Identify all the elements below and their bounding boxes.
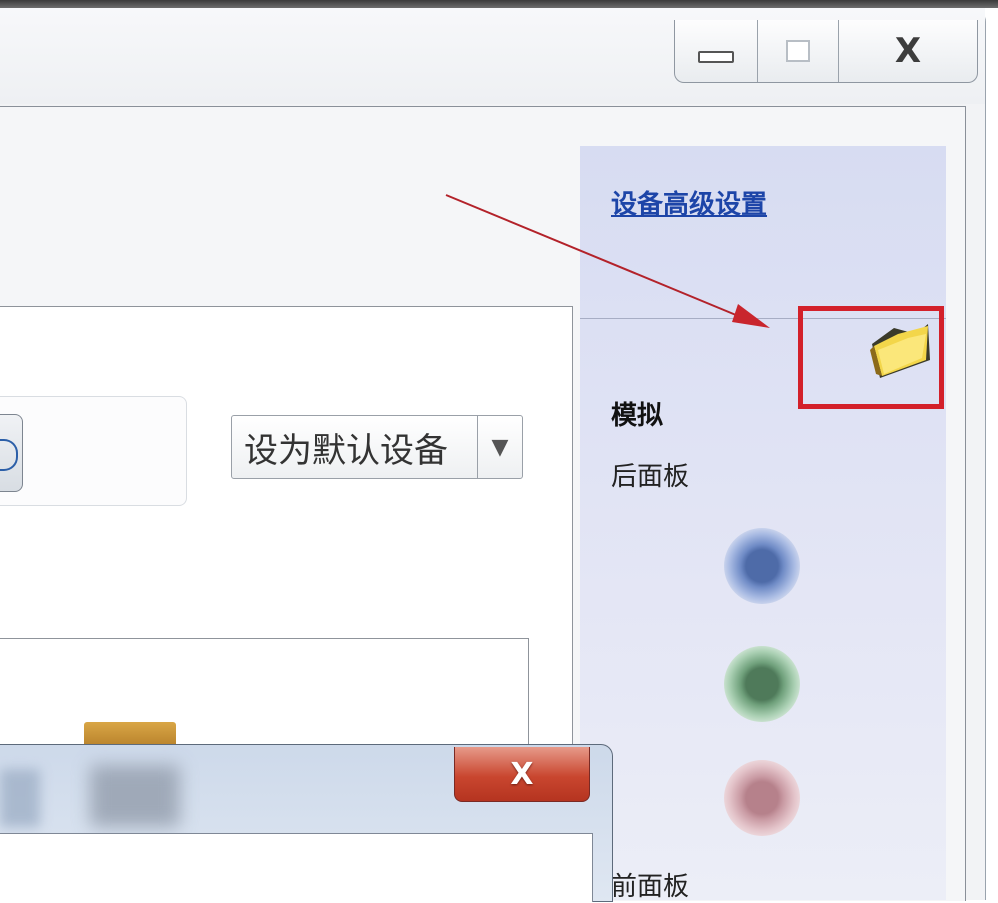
- minimize-button[interactable]: [675, 20, 759, 82]
- jack-green[interactable]: [724, 646, 800, 722]
- dialog-window: X: [0, 744, 613, 902]
- device-config-button[interactable]: [0, 414, 23, 492]
- chevron-down-icon[interactable]: ▼: [477, 416, 522, 478]
- device-selector-box: [0, 396, 187, 506]
- blurred-region: [90, 765, 180, 827]
- annotation-highlight-box: [798, 306, 944, 409]
- title-bar: X: [0, 8, 985, 104]
- maximize-icon: [786, 40, 811, 62]
- close-icon: X: [510, 756, 534, 792]
- dialog-body: [0, 833, 593, 902]
- close-button[interactable]: X: [839, 20, 977, 82]
- set-default-device-dropdown[interactable]: 设为默认设备 ▼: [231, 415, 523, 479]
- top-strip: [0, 0, 998, 8]
- close-icon: X: [894, 31, 922, 71]
- analog-label: 模拟: [611, 401, 664, 431]
- jack-blue[interactable]: [724, 528, 800, 604]
- back-panel-label: 后面板: [611, 462, 690, 492]
- blurred-region: [0, 769, 40, 827]
- jack-pink[interactable]: [724, 760, 800, 836]
- dialog-close-button[interactable]: X: [454, 747, 590, 802]
- folder-icon: [84, 722, 176, 746]
- caption-buttons: X: [674, 20, 978, 83]
- device-advanced-settings-link[interactable]: 设备高级设置: [611, 184, 767, 221]
- set-default-label: 设为默认设备: [244, 430, 448, 471]
- front-panel-label: 前面板: [611, 872, 690, 902]
- maximize-button[interactable]: [758, 20, 839, 82]
- config-icon: [0, 439, 18, 471]
- minimize-icon: [698, 51, 735, 63]
- dialog-title-bar: X: [0, 745, 612, 831]
